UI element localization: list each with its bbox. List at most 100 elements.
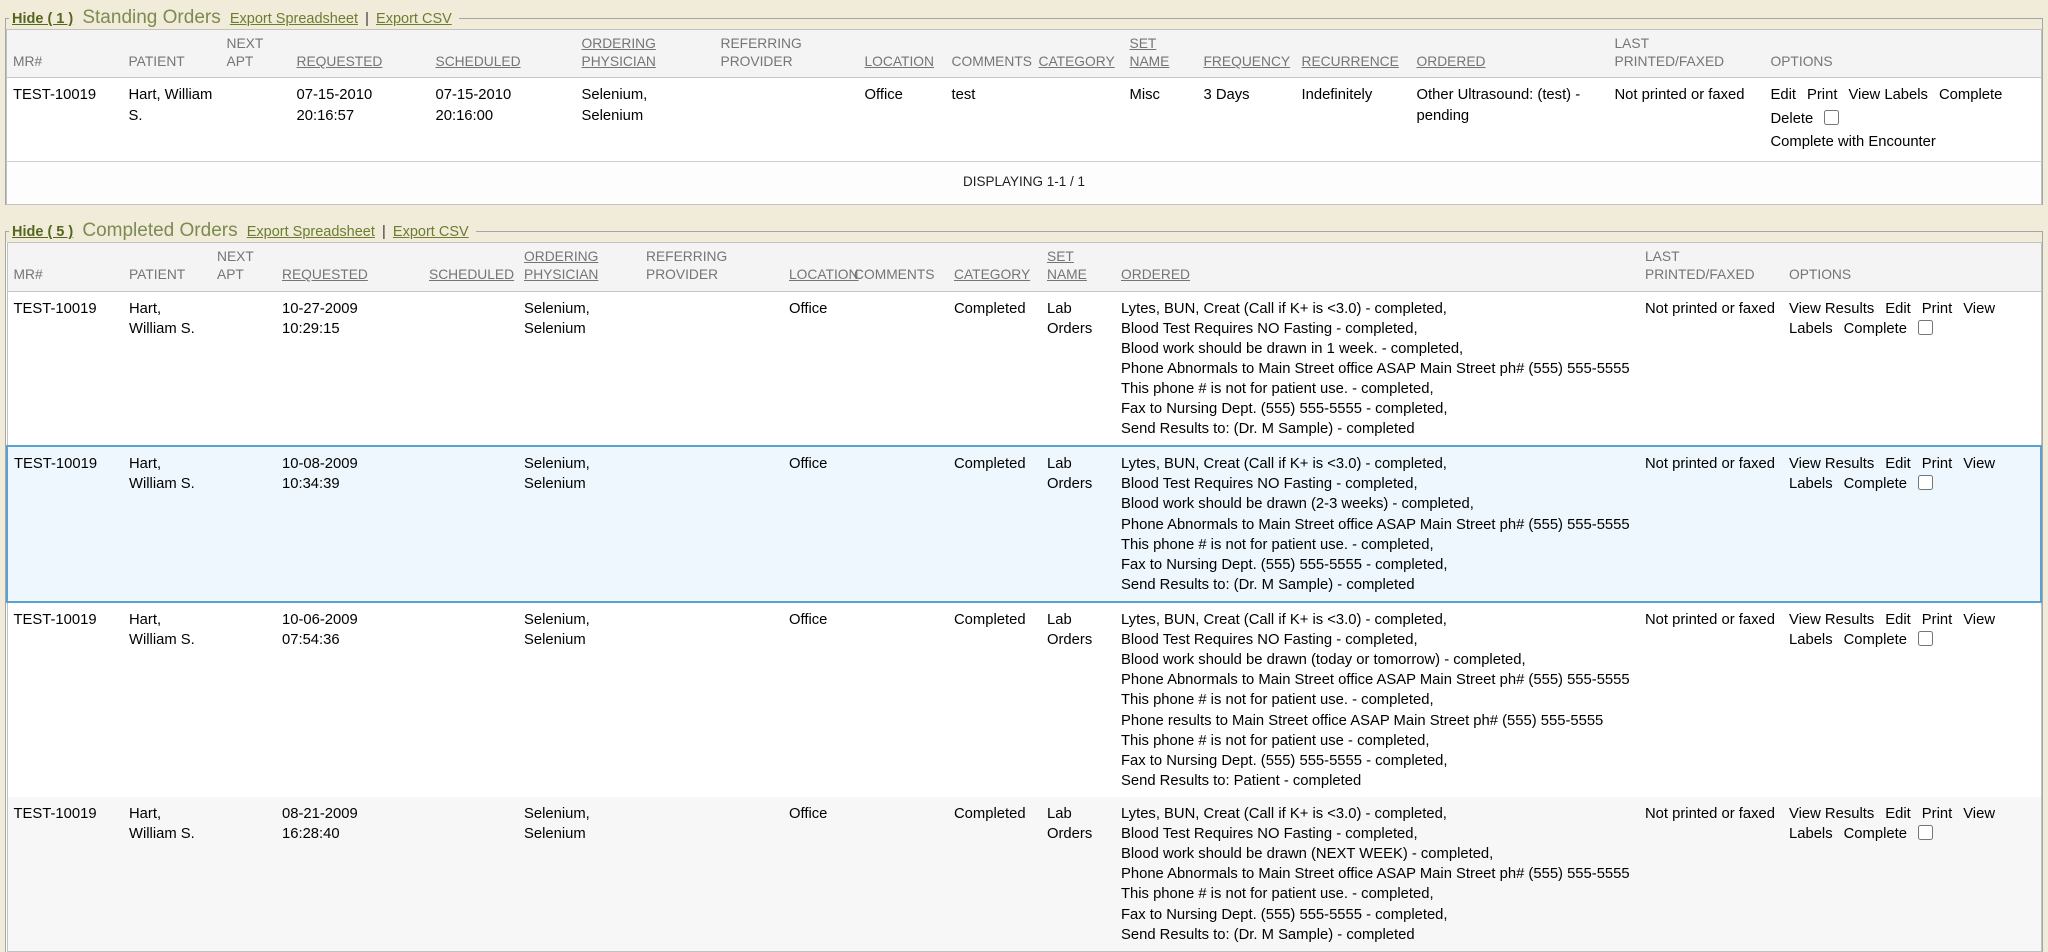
col-location: LOCATION bbox=[783, 243, 848, 291]
cell-patient: Hart, William S. bbox=[123, 602, 211, 797]
cell-ordering-physician: Selenium, Selenium bbox=[518, 602, 640, 797]
cell-referring-provider bbox=[640, 446, 783, 602]
print-link[interactable]: Print bbox=[1922, 456, 1952, 472]
cell-mr: TEST-10019 bbox=[7, 78, 123, 161]
complete-link[interactable]: Complete bbox=[1844, 826, 1907, 842]
view-results-link[interactable]: View Results bbox=[1789, 612, 1874, 628]
completed-orders-legend: Hide ( 5 ) Completed Orders Export Sprea… bbox=[9, 220, 476, 242]
edit-link[interactable]: Edit bbox=[1885, 301, 1911, 317]
completed-orders-table: MR# PATIENT NEXT APT REQUESTED SCHEDULED… bbox=[6, 242, 2042, 952]
cell-set-name: Lab Orders bbox=[1041, 291, 1115, 446]
sort-recurrence-link[interactable]: RECURRENCE bbox=[1302, 54, 1399, 69]
edit-link[interactable]: Edit bbox=[1771, 87, 1797, 103]
cell-last-printed-faxed: Not printed or faxed bbox=[1639, 602, 1783, 797]
completed-orders-section: Hide ( 5 ) Completed Orders Export Sprea… bbox=[5, 220, 2043, 952]
cell-recurrence: Indefinitely bbox=[1296, 78, 1411, 161]
sort-category-link[interactable]: CATEGORY bbox=[954, 267, 1030, 282]
view-labels-link[interactable]: View Labels bbox=[1848, 87, 1928, 103]
cell-frequency: 3 Days bbox=[1198, 78, 1296, 161]
view-results-link[interactable]: View Results bbox=[1789, 301, 1874, 317]
print-link[interactable]: Print bbox=[1922, 612, 1952, 628]
cell-location: Office bbox=[783, 797, 848, 951]
cell-ordering-physician: Selenium, Selenium bbox=[518, 291, 640, 446]
sort-ordering-physician-link[interactable]: ORDERING PHYSICIAN bbox=[524, 249, 598, 282]
col-label: COMMENTS bbox=[952, 54, 1032, 69]
cell-mr: TEST-10019 bbox=[7, 291, 123, 446]
complete-link[interactable]: Complete bbox=[1844, 321, 1907, 337]
complete-with-encounter-link[interactable]: Complete with Encounter bbox=[1771, 134, 1936, 150]
sort-set-name-link[interactable]: SET NAME bbox=[1047, 249, 1087, 282]
cell-requested: 10-08-2009 10:34:39 bbox=[276, 446, 423, 602]
edit-link[interactable]: Edit bbox=[1885, 612, 1911, 628]
print-link[interactable]: Print bbox=[1922, 806, 1952, 822]
sort-scheduled-link[interactable]: SCHEDULED bbox=[436, 54, 521, 69]
sort-set-name-link[interactable]: SET NAME bbox=[1130, 36, 1170, 69]
standing-orders-export-csv-link[interactable]: Export CSV bbox=[376, 11, 452, 27]
cell-comments bbox=[848, 291, 948, 446]
cell-last-printed-faxed: Not printed or faxed bbox=[1609, 78, 1765, 161]
cell-location: Office bbox=[783, 446, 848, 602]
cell-ordered: Lytes, BUN, Creat (Call if K+ is <3.0) -… bbox=[1115, 602, 1639, 797]
col-label: MR# bbox=[13, 54, 42, 69]
cell-options: Edit Print View Labels Complete Delete Comp… bbox=[1765, 78, 2042, 161]
col-location: LOCATION bbox=[859, 30, 946, 78]
completed-orders-title: Completed Orders bbox=[77, 220, 242, 241]
standing-order-row: TEST-10019 Hart, William S. 07-15-2010 2… bbox=[7, 78, 2042, 161]
sort-requested-link[interactable]: REQUESTED bbox=[297, 54, 383, 69]
standing-orders-legend: Hide ( 1 ) Standing Orders Export Spread… bbox=[9, 7, 459, 29]
cell-ordering-physician: Selenium, Selenium bbox=[576, 78, 715, 161]
sort-frequency-link[interactable]: FREQUENCY bbox=[1204, 54, 1291, 69]
completed-orders-export-csv-link[interactable]: Export CSV bbox=[393, 224, 469, 240]
order-select-checkbox[interactable] bbox=[1918, 475, 1933, 490]
complete-link[interactable]: Complete bbox=[1844, 632, 1907, 648]
order-select-checkbox[interactable] bbox=[1918, 320, 1933, 335]
completed-orders-export-spreadsheet-link[interactable]: Export Spreadsheet bbox=[247, 224, 375, 240]
sort-ordered-link[interactable]: ORDERED bbox=[1417, 54, 1486, 69]
sort-location-link[interactable]: LOCATION bbox=[865, 54, 935, 69]
standing-orders-export-spreadsheet-link[interactable]: Export Spreadsheet bbox=[230, 11, 358, 27]
edit-link[interactable]: Edit bbox=[1885, 456, 1911, 472]
order-select-checkbox[interactable] bbox=[1918, 825, 1933, 840]
cell-last-printed-faxed: Not printed or faxed bbox=[1639, 291, 1783, 446]
cell-options: View ResultsEditPrintView LabelsComplete bbox=[1783, 797, 2041, 951]
standing-orders-table: MR# PATIENT NEXT APT REQUESTED SCHEDULED… bbox=[6, 29, 2042, 205]
cell-category: Completed bbox=[948, 291, 1041, 446]
completed-orders-hide-toggle[interactable]: Hide ( 5 ) bbox=[12, 224, 73, 240]
cell-set-name: Lab Orders bbox=[1041, 602, 1115, 797]
cell-options: View ResultsEditPrintView LabelsComplete bbox=[1783, 602, 2041, 797]
sort-requested-link[interactable]: REQUESTED bbox=[282, 267, 368, 282]
cell-scheduled: 07-15-2010 20:16:00 bbox=[430, 78, 576, 161]
sort-ordered-link[interactable]: ORDERED bbox=[1121, 267, 1190, 282]
edit-link[interactable]: Edit bbox=[1885, 806, 1911, 822]
sort-ordering-physician-link[interactable]: ORDERING PHYSICIAN bbox=[582, 36, 656, 69]
cell-mr: TEST-10019 bbox=[7, 446, 123, 602]
complete-link[interactable]: Complete bbox=[1844, 476, 1907, 492]
cell-ordering-physician: Selenium, Selenium bbox=[518, 797, 640, 951]
view-results-link[interactable]: View Results bbox=[1789, 456, 1874, 472]
cell-next-apt bbox=[211, 797, 276, 951]
col-comments: COMMENTS bbox=[848, 243, 948, 291]
print-link[interactable]: Print bbox=[1807, 87, 1837, 103]
cell-ordering-physician: Selenium, Selenium bbox=[518, 446, 640, 602]
print-link[interactable]: Print bbox=[1922, 301, 1952, 317]
cell-requested: 08-21-2009 16:28:40 bbox=[276, 797, 423, 951]
order-select-checkbox[interactable] bbox=[1824, 110, 1839, 125]
view-results-link[interactable]: View Results bbox=[1789, 806, 1874, 822]
legend-pipe-separator: | bbox=[362, 11, 372, 27]
col-scheduled: SCHEDULED bbox=[430, 30, 576, 78]
col-label: LAST PRINTED/FAXED bbox=[1645, 249, 1755, 282]
order-select-checkbox[interactable] bbox=[1918, 631, 1933, 646]
complete-link[interactable]: Complete bbox=[1939, 87, 2002, 103]
col-mr: MR# bbox=[7, 30, 123, 78]
sort-location-link[interactable]: LOCATION bbox=[789, 267, 859, 282]
col-requested: REQUESTED bbox=[276, 243, 423, 291]
sort-category-link[interactable]: CATEGORY bbox=[1039, 54, 1115, 69]
legend-pipe-separator: | bbox=[379, 224, 389, 240]
col-options: OPTIONS bbox=[1783, 243, 2041, 291]
cell-mr: TEST-10019 bbox=[7, 797, 123, 951]
cell-scheduled bbox=[423, 446, 518, 602]
col-label: NEXT APT bbox=[227, 36, 264, 69]
standing-orders-hide-toggle[interactable]: Hide ( 1 ) bbox=[12, 11, 73, 27]
sort-scheduled-link[interactable]: SCHEDULED bbox=[429, 267, 514, 282]
delete-link[interactable]: Delete bbox=[1771, 111, 1814, 127]
